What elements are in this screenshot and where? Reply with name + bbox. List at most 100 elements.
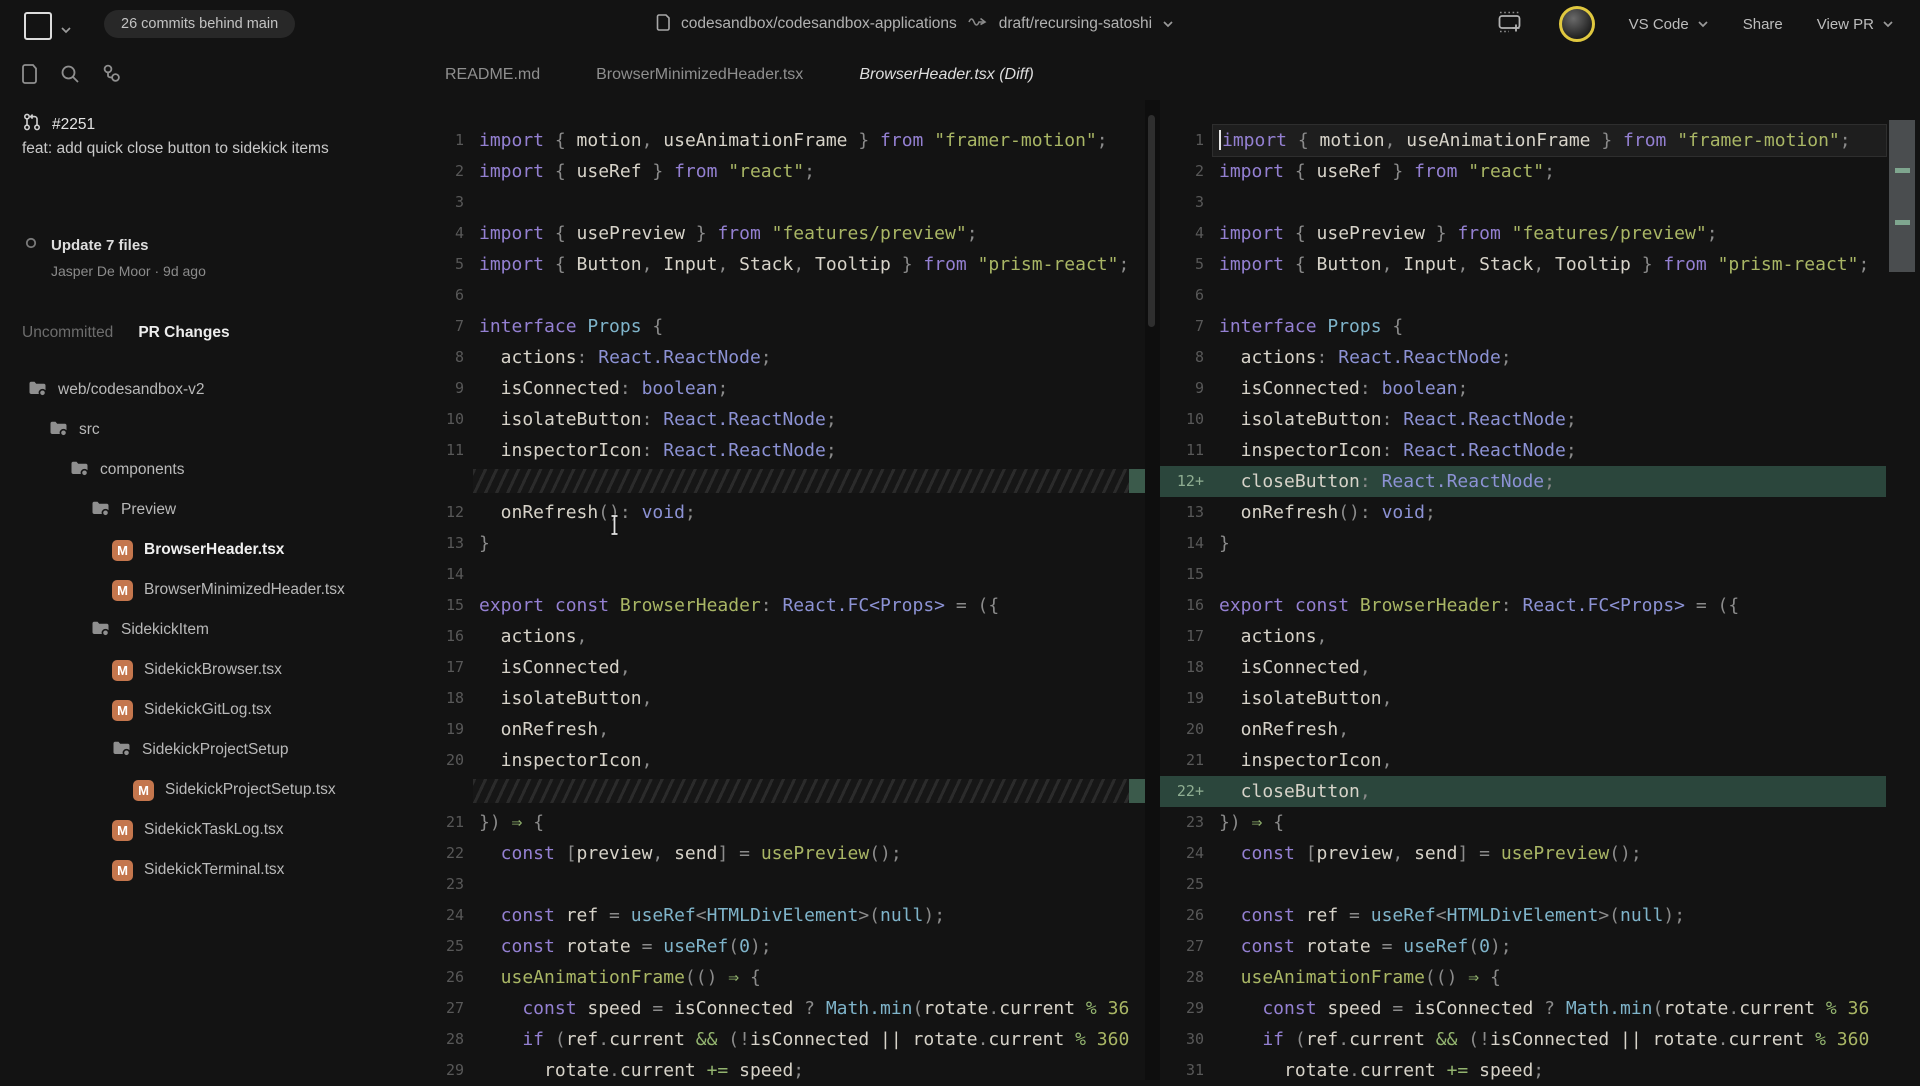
git-graph-icon[interactable] <box>100 62 124 91</box>
code-text[interactable]: actions: React.ReactNode; <box>1213 342 1886 373</box>
line-number[interactable]: 30 <box>1160 1024 1213 1055</box>
avatar[interactable] <box>1559 6 1595 42</box>
code-line[interactable]: 13 onRefresh(): void; <box>1160 497 1886 528</box>
code-text[interactable] <box>1213 187 1886 218</box>
code-line[interactable]: 4import { usePreview } from "features/pr… <box>420 218 1145 249</box>
code-line[interactable]: 12+ closeButton: React.ReactNode; <box>1160 466 1886 497</box>
tree-item[interactable]: MSidekickTerminal.tsx <box>0 850 420 890</box>
search-icon[interactable] <box>59 63 81 90</box>
code-line[interactable]: 13} <box>420 528 1145 559</box>
code-line[interactable]: 8 actions: React.ReactNode; <box>420 342 1145 373</box>
line-number[interactable]: 19 <box>1160 683 1213 714</box>
file-icon[interactable] <box>20 62 40 91</box>
code-text[interactable] <box>473 280 1145 311</box>
code-text[interactable]: interface Props { <box>1213 311 1886 342</box>
commits-behind-badge[interactable]: 26 commits behind main <box>104 10 295 38</box>
line-number[interactable]: 3 <box>420 187 473 218</box>
line-number[interactable]: 12+ <box>1160 466 1213 497</box>
code-text[interactable]: import { Button, Input, Stack, Tooltip }… <box>473 249 1145 280</box>
code-text[interactable]: const [preview, send] = usePreview(); <box>1213 838 1886 869</box>
code-text[interactable]: const [preview, send] = usePreview(); <box>473 838 1145 869</box>
code-text[interactable]: export const BrowserHeader: React.FC<Pro… <box>473 590 1145 621</box>
line-number[interactable]: 29 <box>1160 993 1213 1024</box>
line-number[interactable]: 22+ <box>1160 776 1213 807</box>
code-text[interactable]: if (ref.current && (!isConnected || rota… <box>1213 1024 1886 1055</box>
code-line[interactable]: 15export const BrowserHeader: React.FC<P… <box>420 590 1145 621</box>
code-text[interactable]: closeButton, <box>1213 776 1886 807</box>
code-text[interactable]: useAnimationFrame(() ⇒ { <box>473 962 1145 993</box>
line-number[interactable]: 15 <box>420 590 473 621</box>
code-text[interactable]: rotate.current += speed; <box>473 1055 1145 1086</box>
code-text[interactable]: const rotate = useRef(0); <box>1213 931 1886 962</box>
chevron-down-icon[interactable] <box>1162 15 1174 33</box>
line-number[interactable]: 12 <box>420 497 473 528</box>
line-number[interactable]: 28 <box>420 1024 473 1055</box>
line-number[interactable]: 20 <box>420 745 473 776</box>
code-line[interactable]: 25 const rotate = useRef(0); <box>420 931 1145 962</box>
line-number[interactable]: 28 <box>1160 962 1213 993</box>
commit-item[interactable]: Update 7 files <box>24 236 149 255</box>
code-line[interactable]: 6 <box>1160 280 1886 311</box>
code-line[interactable]: 17 isConnected, <box>420 652 1145 683</box>
tree-item[interactable]: components <box>0 450 420 490</box>
tree-item[interactable]: SidekickProjectSetup <box>0 730 420 770</box>
code-line[interactable]: 7interface Props { <box>420 311 1145 342</box>
code-text[interactable]: onRefresh(): void; <box>1213 497 1886 528</box>
line-number[interactable]: 16 <box>1160 590 1213 621</box>
code-line[interactable]: 4import { usePreview } from "features/pr… <box>1160 218 1886 249</box>
chevron-down-icon[interactable] <box>60 21 72 39</box>
line-number[interactable]: 16 <box>420 621 473 652</box>
code-text[interactable]: const speed = isConnected ? Math.min(rot… <box>1213 993 1886 1024</box>
code-text[interactable]: const ref = useRef<HTMLDivElement>(null)… <box>1213 900 1886 931</box>
code-text[interactable]: import { Button, Input, Stack, Tooltip }… <box>1213 249 1886 280</box>
tree-item[interactable]: src <box>0 410 420 450</box>
line-number[interactable]: 10 <box>420 404 473 435</box>
code-text[interactable]: useAnimationFrame(() ⇒ { <box>1213 962 1886 993</box>
tree-item[interactable]: MBrowserMinimizedHeader.tsx <box>0 570 420 610</box>
code-line[interactable]: 14} <box>1160 528 1886 559</box>
line-number[interactable]: 4 <box>420 218 473 249</box>
line-number[interactable]: 4 <box>1160 218 1213 249</box>
code-line[interactable]: 17 actions, <box>1160 621 1886 652</box>
line-number[interactable]: 3 <box>1160 187 1213 218</box>
line-number[interactable]: 17 <box>420 652 473 683</box>
tab-pr-changes[interactable]: PR Changes <box>138 324 229 342</box>
line-number[interactable]: 5 <box>1160 249 1213 280</box>
code-line[interactable]: 29 const speed = isConnected ? Math.min(… <box>1160 993 1886 1024</box>
code-line[interactable]: 14 <box>420 559 1145 590</box>
line-number[interactable]: 26 <box>1160 900 1213 931</box>
code-line[interactable]: 2import { useRef } from "react"; <box>420 156 1145 187</box>
code-text[interactable]: const ref = useRef<HTMLDivElement>(null)… <box>473 900 1145 931</box>
line-number[interactable] <box>420 466 473 497</box>
code-line[interactable]: 8 actions: React.ReactNode; <box>1160 342 1886 373</box>
code-line[interactable]: 30 if (ref.current && (!isConnected || r… <box>1160 1024 1886 1055</box>
line-number[interactable]: 2 <box>1160 156 1213 187</box>
code-text[interactable]: onRefresh, <box>1213 714 1886 745</box>
line-number[interactable]: 6 <box>420 280 473 311</box>
line-number[interactable]: 6 <box>1160 280 1213 311</box>
line-number[interactable]: 7 <box>420 311 473 342</box>
code-text[interactable]: import { motion, useAnimationFrame } fro… <box>1213 125 1886 156</box>
line-number[interactable]: 29 <box>420 1055 473 1086</box>
code-line[interactable]: 3 <box>1160 187 1886 218</box>
code-line[interactable]: 23}) ⇒ { <box>1160 807 1886 838</box>
left-scrollbar-thumb[interactable] <box>1148 115 1155 327</box>
code-line[interactable]: 12 onRefresh(): void; <box>420 497 1145 528</box>
share-button[interactable]: Share <box>1743 16 1783 33</box>
code-text[interactable]: if (ref.current && (!isConnected || rota… <box>473 1024 1145 1055</box>
line-number[interactable]: 14 <box>1160 528 1213 559</box>
tree-item[interactable]: web/codesandbox-v2 <box>0 370 420 410</box>
code-text[interactable]: } <box>473 528 1145 559</box>
line-number[interactable]: 8 <box>420 342 473 373</box>
code-text[interactable]: }) ⇒ { <box>473 807 1145 838</box>
code-text[interactable]: inspectorIcon, <box>473 745 1145 776</box>
code-text[interactable]: inspectorIcon, <box>1213 745 1886 776</box>
code-line[interactable]: 11 inspectorIcon: React.ReactNode; <box>420 435 1145 466</box>
code-line[interactable]: 24 const [preview, send] = usePreview(); <box>1160 838 1886 869</box>
code-text[interactable]: onRefresh(): void; <box>473 497 1145 528</box>
line-number[interactable]: 1 <box>420 125 473 156</box>
code-text[interactable]: import { motion, useAnimationFrame } fro… <box>473 125 1145 156</box>
code-text[interactable]: inspectorIcon: React.ReactNode; <box>473 435 1145 466</box>
line-number[interactable]: 18 <box>1160 652 1213 683</box>
code-line[interactable]: 18 isolateButton, <box>420 683 1145 714</box>
